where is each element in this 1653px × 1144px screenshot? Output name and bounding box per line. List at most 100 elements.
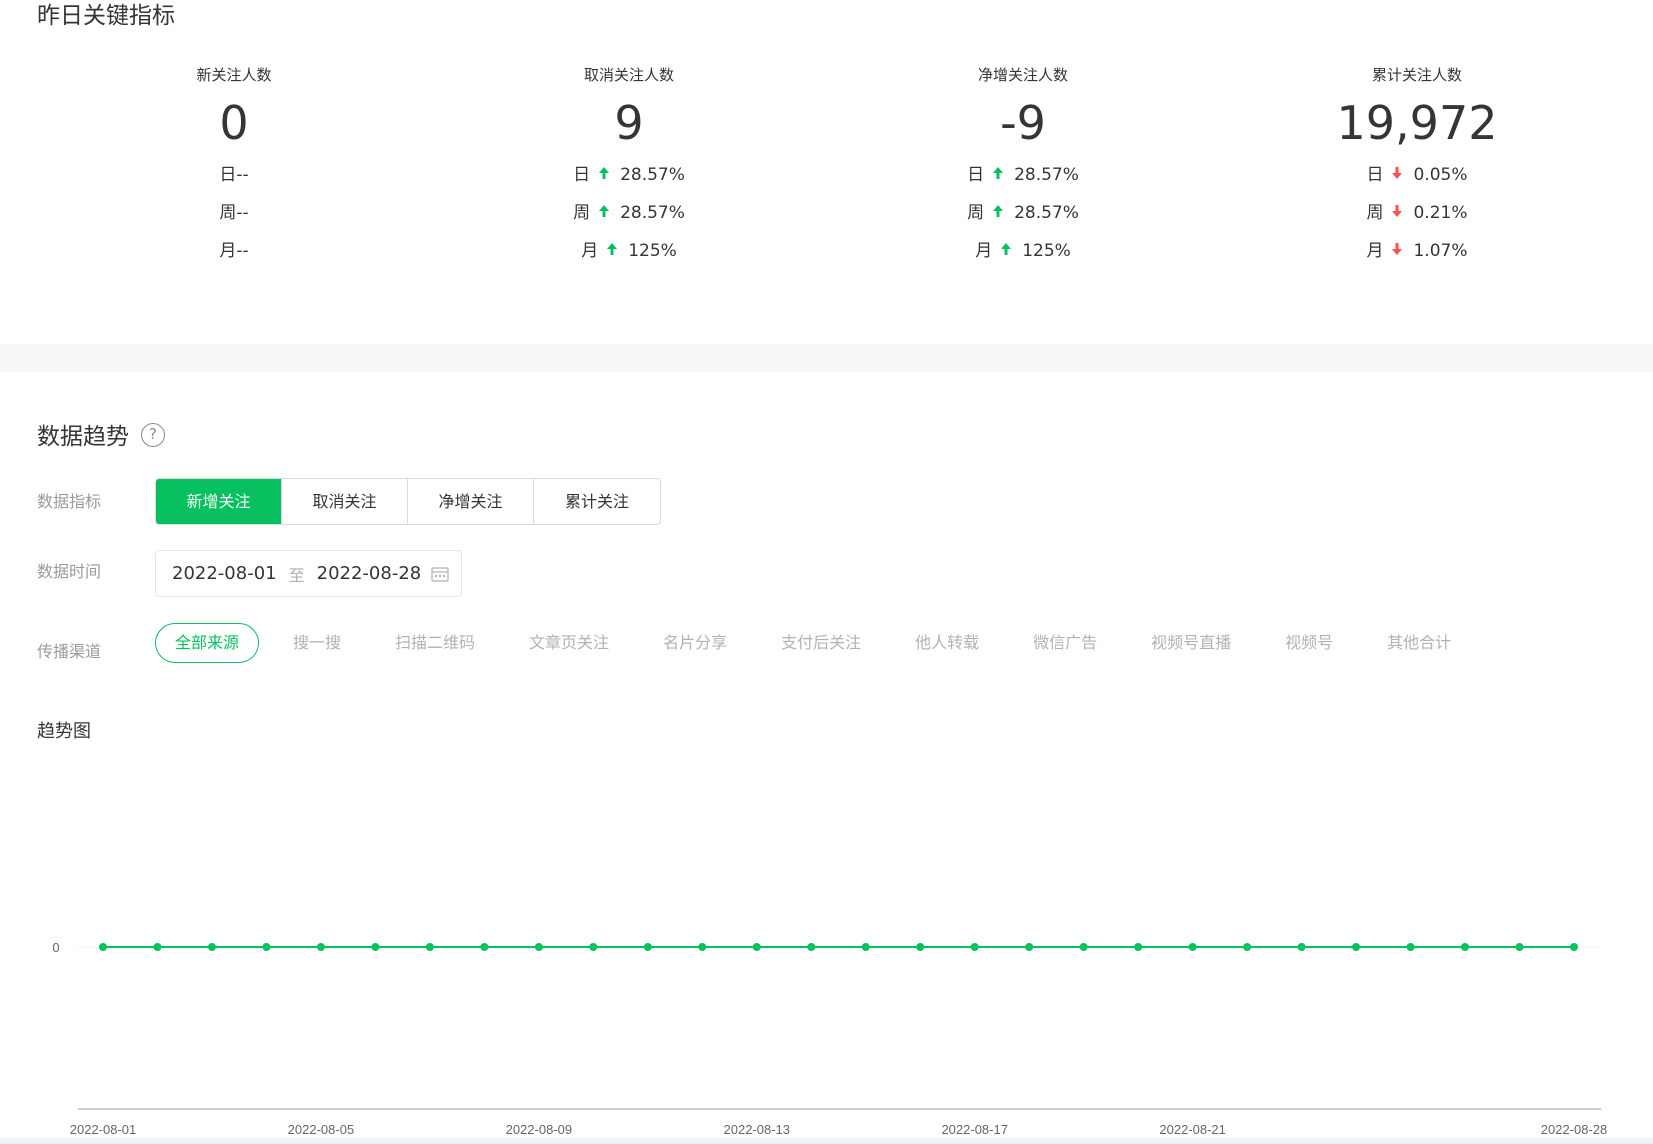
data-point[interactable] (316, 943, 325, 951)
channel-filter: 全部来源 搜一搜 扫描二维码 文章页关注 名片分享 支付后关注 他人转载 微信广告 视频号直播视… (155, 623, 1485, 663)
tab-total-follow[interactable]: 累计关注 (534, 479, 660, 524)
data-point[interactable] (643, 943, 652, 951)
metric-change-row: 周 0.21% (1267, 198, 1567, 236)
metric-change-row: 月 1.07% (1267, 236, 1567, 274)
x-tick-label: 2022-08-05 (288, 1122, 355, 1137)
data-point[interactable] (425, 943, 434, 951)
data-point[interactable] (1352, 943, 1361, 951)
period-label: 月 (1366, 241, 1384, 261)
question-circle-icon[interactable]: ? (141, 423, 165, 447)
metric-value: 9 (614, 96, 644, 150)
period-label: 周 (573, 203, 591, 223)
x-tick-label: 2022-08-17 (941, 1122, 1008, 1137)
arrow-up-icon (993, 167, 1004, 179)
date-range-picker[interactable]: 2022-08-01 至 2022-08-28 (155, 550, 462, 597)
data-point[interactable] (207, 943, 216, 951)
period-label: 周 (219, 203, 237, 223)
data-point[interactable] (153, 943, 162, 951)
period-label: 月 (581, 241, 599, 261)
tab-unfollow[interactable]: 取消关注 (282, 479, 408, 524)
calendar-icon[interactable] (431, 566, 449, 582)
channel-chip[interactable]: 视频号直播 (1131, 623, 1251, 663)
x-tick-label: 2022-08-09 (506, 1122, 573, 1137)
channel-chip[interactable]: 全部来源 (155, 623, 260, 663)
data-point[interactable] (1079, 943, 1088, 951)
section-divider (0, 344, 1653, 372)
x-tick-label: 2022-08-28 (1541, 1122, 1608, 1137)
arrow-up-icon (599, 205, 610, 217)
data-point[interactable] (698, 943, 707, 951)
data-point[interactable] (1406, 943, 1415, 951)
x-tick-label: 2022-08-01 (70, 1122, 137, 1137)
data-point[interactable] (1134, 943, 1143, 951)
tab-net-follow[interactable]: 净增关注 (408, 479, 534, 524)
metric-change-row: 日 28.57% (873, 160, 1173, 198)
change-value: -- (236, 203, 249, 223)
channel-chip[interactable]: 文章页关注 (509, 623, 629, 663)
channel-chip[interactable]: 视频号 (1265, 623, 1353, 663)
y-tick-label: 0 (52, 940, 59, 955)
channel-chip[interactable]: 扫描二维码 (375, 623, 495, 663)
change-value: -- (236, 241, 249, 261)
channel-chip[interactable]: 名片分享 (643, 623, 747, 663)
data-point[interactable] (1461, 943, 1470, 951)
data-point[interactable] (1243, 943, 1252, 951)
metric-label: 新关注人数 (196, 66, 272, 84)
period-label: 月 (219, 241, 237, 261)
date-start[interactable]: 2022-08-01 (172, 563, 277, 584)
data-point[interactable] (371, 943, 380, 951)
data-point[interactable] (752, 943, 761, 951)
data-point[interactable] (1515, 943, 1524, 951)
data-point[interactable] (1188, 943, 1197, 951)
channel-chip[interactable]: 支付后关注 (761, 623, 881, 663)
period-label: 周 (967, 203, 985, 223)
data-point[interactable] (262, 943, 271, 951)
channel-chip[interactable]: 他人转载 (895, 623, 999, 663)
channel-chip[interactable]: 搜一搜 (273, 623, 361, 663)
data-point[interactable] (1297, 943, 1306, 951)
change-value: 28.57% (620, 203, 685, 223)
trend-chart: 0 2022-08-01 2022-08-05 2022-08-09 2022-08-1… (52, 940, 1608, 1137)
channel-chip[interactable]: 其他合计 (1367, 623, 1471, 663)
change-value: 28.57% (620, 165, 685, 185)
metric-tabs: 新增关注 取消关注 净增关注 累计关注 (155, 478, 661, 525)
metric-change-row: 日 0.05% (1267, 160, 1567, 198)
metric-label: 数据指标 (37, 492, 102, 511)
change-value: 28.57% (1014, 203, 1079, 223)
metric-label: 累计关注人数 (1371, 66, 1462, 84)
data-point[interactable] (534, 943, 543, 951)
metric-card: 取消关注人数 9 日 28.57% 周 28.57% 月 125% (479, 64, 779, 274)
data-point[interactable] (1025, 943, 1034, 951)
change-value: 28.57% (1014, 165, 1079, 185)
change-value: 1.07% (1413, 241, 1468, 261)
data-point[interactable] (916, 943, 925, 951)
data-point[interactable] (970, 943, 979, 951)
metric-label: 净增关注人数 (977, 66, 1068, 84)
data-point[interactable] (589, 943, 598, 951)
arrow-down-icon (1392, 243, 1403, 255)
data-point[interactable] (807, 943, 816, 951)
metric-change-row: 周 28.57% (479, 198, 779, 236)
x-tick-label: 2022-08-13 (724, 1122, 791, 1137)
metric-value: 19,972 (1336, 96, 1498, 150)
data-point[interactable] (1570, 943, 1578, 951)
arrow-up-icon (1001, 243, 1012, 255)
tab-new-follow[interactable]: 新增关注 (156, 479, 282, 524)
trend-title: 数据趋势 (37, 424, 129, 450)
metric-card: 净增关注人数 -9 日 28.57% 周 28.57% 月 125% (873, 64, 1173, 274)
channel-chip[interactable]: 微信广告 (1013, 623, 1117, 663)
change-value: -- (236, 165, 249, 185)
metric-change-row: 月 125% (479, 236, 779, 274)
arrow-up-icon (993, 205, 1004, 217)
data-point[interactable] (99, 943, 107, 951)
metric-value: -9 (1000, 96, 1046, 150)
metric-card: 新关注人数 0 日-- 周-- 月-- (84, 64, 384, 274)
data-point[interactable] (480, 943, 489, 951)
key-metrics-title: 昨日关键指标 (37, 3, 175, 29)
date-end[interactable]: 2022-08-28 (317, 563, 422, 584)
data-point[interactable] (861, 943, 870, 951)
metric-change-row: 日 28.57% (479, 160, 779, 198)
change-value: 0.05% (1413, 165, 1468, 185)
period-label: 日 (1366, 165, 1384, 185)
period-label: 日 (573, 165, 591, 185)
